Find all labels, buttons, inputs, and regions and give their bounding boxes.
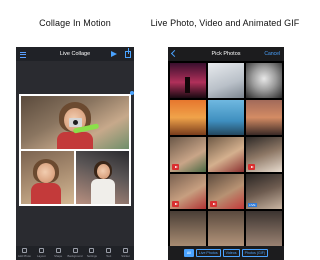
collage-cell-bottom-right[interactable] [76, 151, 129, 204]
live-photo-icon [69, 118, 82, 127]
photo-thumbnail[interactable] [246, 63, 282, 98]
layout-icon [38, 248, 44, 253]
toolbar-label: Text [106, 254, 112, 258]
toolbar-label: Shape [54, 254, 63, 258]
left-caption: Collage In Motion [39, 18, 111, 28]
background-icon [72, 248, 78, 253]
left-screenshot-panel: Collage In Motion Live Collage Add Photo… [0, 0, 150, 260]
right-caption: Live Photo, Video and Animated GIF [150, 18, 300, 28]
photo-thumbnail[interactable] [246, 211, 282, 246]
live-photo-badge: LIVE [248, 203, 257, 207]
toolbar-settings[interactable]: Settings [83, 246, 100, 260]
photo-thumbnail[interactable] [170, 211, 206, 246]
toolbar-add-photo[interactable]: Add Photo [16, 246, 33, 260]
picker-nav-bar: Pick Photos Cancel [168, 47, 284, 61]
filter-videos[interactable]: Videos [222, 249, 240, 257]
photo-thumbnail[interactable] [170, 100, 206, 135]
photo-thumbnail[interactable] [170, 174, 206, 209]
photo-thumbnail[interactable] [208, 63, 244, 98]
photo-thumbnail[interactable] [246, 100, 282, 135]
collage-frame [19, 94, 131, 206]
photo-subject-face [97, 164, 110, 179]
share-icon[interactable] [125, 48, 131, 58]
filter-photos-gif[interactable]: Photos (GIF) [241, 249, 269, 257]
collage-cell-top[interactable] [21, 96, 129, 149]
photo-thumbnail[interactable]: LIVE [246, 174, 282, 209]
photo-thumbnail[interactable] [208, 211, 244, 246]
text-icon [106, 248, 112, 253]
menu-icon[interactable] [19, 50, 27, 58]
cancel-button[interactable]: Cancel [264, 51, 280, 57]
photo-subject-body [31, 183, 61, 204]
toolbar-layout[interactable]: Layout [33, 246, 50, 260]
resize-handle-icon[interactable] [130, 91, 134, 95]
right-screenshot-panel: Live Photo, Video and Animated GIF Pick … [150, 0, 300, 260]
toolbar-sticker[interactable]: Sticker [117, 246, 134, 260]
photo-thumbnail[interactable] [170, 63, 206, 98]
pick-photos-phone: Pick Photos Cancel LIVE All Live Photos … [168, 47, 284, 260]
play-icon[interactable] [111, 50, 117, 57]
collage-nav-title: Live Collage [59, 51, 91, 57]
video-badge-icon [210, 201, 217, 207]
toolbar-label: Add Photo [17, 254, 31, 258]
photo-grid: LIVE [170, 63, 282, 246]
toolbar-label: Sticker [121, 254, 130, 258]
add-photo-icon [21, 248, 27, 253]
sticker-icon [123, 248, 129, 253]
tree-silhouette [185, 77, 190, 93]
photo-subject-body [57, 132, 93, 149]
collage-toolbar: Add Photo Layout Shape Background Settin… [16, 246, 134, 260]
shape-icon [55, 248, 61, 253]
toolbar-label: Settings [86, 254, 97, 258]
filter-live-photos[interactable]: Live Photos [195, 249, 221, 257]
toolbar-text[interactable]: Text [100, 246, 117, 260]
video-badge-icon [172, 201, 179, 207]
photo-subject-body [91, 179, 115, 204]
video-badge-icon [172, 164, 179, 170]
photo-thumbnail[interactable] [246, 137, 282, 172]
filter-all[interactable]: All [183, 249, 194, 257]
photo-thumbnail[interactable] [170, 137, 206, 172]
live-collage-phone: Live Collage Add Photo Layout Shape Back… [16, 47, 134, 260]
toolbar-background[interactable]: Background [67, 246, 84, 260]
collage-cell-bottom-left[interactable] [21, 151, 74, 204]
toolbar-label: Layout [37, 254, 46, 258]
photo-thumbnail[interactable] [208, 137, 244, 172]
toolbar-label: Background [67, 254, 83, 258]
media-filter-bar: All Live Photos Videos Photos (GIF) [168, 246, 284, 260]
settings-icon [89, 248, 95, 253]
photo-thumbnail[interactable] [208, 174, 244, 209]
photo-thumbnail[interactable] [208, 100, 244, 135]
video-badge-icon [248, 164, 255, 170]
collage-nav-bar: Live Collage [16, 47, 134, 61]
picker-nav-title: Pick Photos [211, 51, 241, 57]
toolbar-shape[interactable]: Shape [50, 246, 67, 260]
back-icon[interactable] [170, 49, 179, 58]
photo-subject-face [37, 163, 55, 183]
collage-canvas [16, 61, 134, 253]
